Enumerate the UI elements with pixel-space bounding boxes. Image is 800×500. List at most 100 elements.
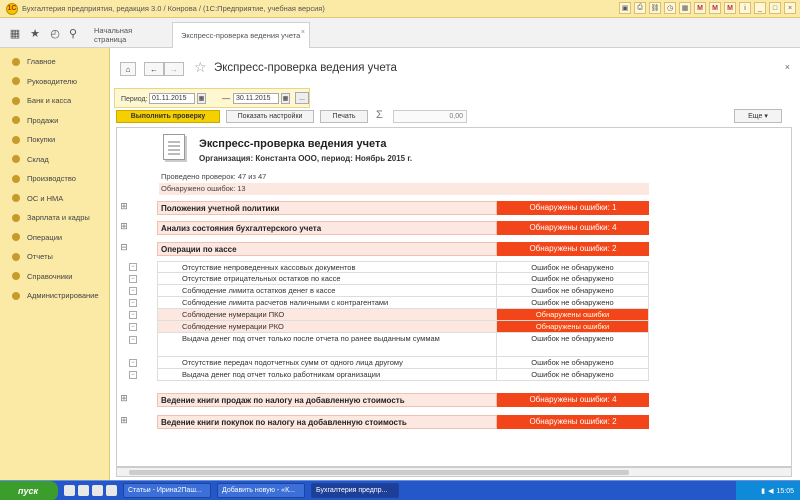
expand-plus-icon[interactable]: ⊞: [119, 393, 129, 404]
tab-express-check[interactable]: Экспресс-проверка ведения учета ×: [172, 22, 310, 48]
sidebar-item-assets[interactable]: ОС и НМА: [0, 189, 109, 209]
sidebar-item-operations[interactable]: Операции: [0, 228, 109, 248]
forward-button[interactable]: →: [164, 62, 184, 76]
check-status: Ошибок не обнаружено: [497, 273, 649, 284]
m-icon[interactable]: M: [694, 2, 706, 14]
link-icon[interactable]: ⛓: [649, 2, 661, 14]
horizontal-scrollbar[interactable]: [116, 467, 792, 477]
apps-grid-icon[interactable]: ▦: [8, 26, 22, 40]
expand-plus-icon[interactable]: ⊞: [119, 201, 129, 212]
more-button[interactable]: Еще ▾: [734, 109, 782, 123]
print-button[interactable]: Печать: [320, 110, 368, 123]
taskbar-item[interactable]: Статьи - Ирина2Паш...: [123, 483, 211, 498]
sidebar-item-label: Операции: [27, 232, 63, 242]
operations-icon: [12, 233, 20, 242]
sidebar-item-label: Производство: [27, 174, 76, 184]
chart-icon: [12, 77, 20, 86]
form-close-icon[interactable]: ×: [785, 62, 790, 72]
taskbar-item[interactable]: Добавить новую - «К...: [217, 483, 305, 498]
sidebar-item-reports[interactable]: Отчеты: [0, 247, 109, 267]
yandex-icon[interactable]: [92, 485, 103, 496]
arrow-right-icon: →: [170, 64, 178, 74]
favorites-star-icon[interactable]: ★: [28, 26, 42, 40]
scrollbar-thumb[interactable]: [129, 470, 629, 475]
sidebar-item-bank[interactable]: Банк и касса: [0, 91, 109, 111]
section-name: Операции по кассе: [157, 242, 497, 256]
checks-done-line: Проведено проверок: 47 из 47: [161, 172, 267, 181]
m-plus-icon[interactable]: M: [709, 2, 721, 14]
period-choose-button[interactable]: ...: [295, 92, 309, 104]
expand-plus-icon[interactable]: ⊞: [119, 221, 129, 232]
sidebar-item-manager[interactable]: Руководителю: [0, 72, 109, 92]
history-icon[interactable]: ◷: [664, 2, 676, 14]
sidebar-item-label: Главное: [27, 57, 56, 67]
expand-plus-icon[interactable]: ⊞: [119, 415, 129, 426]
network-icon[interactable]: ▮: [761, 487, 765, 495]
date-to-input[interactable]: [233, 93, 279, 104]
volume-icon[interactable]: ◀: [768, 487, 773, 495]
sidebar-item-warehouse[interactable]: Склад: [0, 150, 109, 170]
check-name: Соблюдение нумерации ПКО: [157, 309, 497, 320]
tab-home-label: Начальная страница: [94, 26, 133, 44]
m-minus-icon[interactable]: M: [724, 2, 736, 14]
skype-icon[interactable]: [106, 485, 117, 496]
people-icon: [12, 213, 20, 222]
collapse-minus-icon[interactable]: −: [129, 371, 137, 379]
taskbar-item-active[interactable]: Бухгалтерия предпр...: [311, 483, 399, 498]
collapse-minus-icon[interactable]: −: [129, 287, 137, 295]
sidebar-item-salary[interactable]: Зарплата и кадры: [0, 208, 109, 228]
section-row[interactable]: Операции по кассе Обнаружены ошибки: 2: [157, 242, 649, 256]
report-document[interactable]: Экспресс-проверка ведения учета Организа…: [116, 127, 792, 467]
close-icon[interactable]: ×: [784, 2, 796, 14]
history-icon[interactable]: ◴: [48, 26, 62, 40]
tab-home[interactable]: Начальная страница: [86, 22, 172, 48]
sidebar-item-sales[interactable]: Продажи: [0, 111, 109, 131]
show-settings-button[interactable]: Показать настройки: [226, 110, 314, 123]
date-from-input[interactable]: [149, 93, 195, 104]
back-button[interactable]: ←: [144, 62, 164, 76]
sidebar-item-main[interactable]: Главное: [0, 52, 109, 72]
favorite-star-icon[interactable]: ☆: [194, 59, 207, 76]
minimize-icon[interactable]: _: [754, 2, 766, 14]
sidebar: Главное Руководителю Банк и касса Продаж…: [0, 48, 110, 480]
run-check-button[interactable]: Выполнить проверку: [116, 110, 220, 123]
calendar-icon[interactable]: ▦: [197, 93, 206, 104]
period-label: Период:: [121, 96, 148, 103]
period-dash: —: [222, 94, 230, 103]
section-row[interactable]: Ведение книги покупок по налогу на добав…: [157, 415, 649, 429]
check-name: Соблюдение нумерации РКО: [157, 321, 497, 332]
collapse-minus-icon[interactable]: −: [129, 299, 137, 307]
save-icon[interactable]: ▣: [619, 2, 631, 14]
collapse-minus-icon[interactable]: −: [129, 336, 137, 344]
sidebar-item-label: Покупки: [27, 135, 56, 145]
collapse-minus-icon[interactable]: −: [129, 311, 137, 319]
sidebar-item-admin[interactable]: Администрирование: [0, 286, 109, 306]
sidebar-item-purchases[interactable]: Покупки: [0, 130, 109, 150]
tab-close-icon[interactable]: ×: [301, 29, 305, 36]
collapse-minus-icon[interactable]: −: [129, 323, 137, 331]
print-icon[interactable]: ⎙: [634, 2, 646, 14]
collapse-minus-icon[interactable]: ⊟: [119, 242, 129, 253]
maximize-icon[interactable]: □: [769, 2, 781, 14]
section-row[interactable]: Анализ состояния бухгалтерского учета Об…: [157, 221, 649, 235]
home-button[interactable]: ⌂: [120, 62, 136, 76]
arrow-left-icon: ←: [150, 64, 158, 74]
sidebar-item-catalogs[interactable]: Справочники: [0, 267, 109, 287]
section-name: Ведение книги покупок по налогу на добав…: [157, 415, 497, 429]
sidebar-item-production[interactable]: Производство: [0, 169, 109, 189]
info-icon[interactable]: i: [739, 2, 751, 14]
chrome-icon[interactable]: [78, 485, 89, 496]
check-name: Выдача денег под отчет только работникам…: [157, 369, 497, 380]
collapse-minus-icon[interactable]: −: [129, 263, 137, 271]
start-button[interactable]: пуск: [0, 480, 58, 500]
browser-icon[interactable]: [64, 485, 75, 496]
calc-icon[interactable]: ▦: [679, 2, 691, 14]
search-icon[interactable]: ⚲: [66, 26, 80, 40]
section-row[interactable]: Ведение книги продаж по налогу на добавл…: [157, 393, 649, 407]
menu-lines-icon: [12, 57, 20, 66]
check-name: Отсутствие непроведенных кассовых докуме…: [157, 262, 497, 272]
section-row[interactable]: Положения учетной политики Обнаружены ош…: [157, 201, 649, 215]
collapse-minus-icon[interactable]: −: [129, 359, 137, 367]
calendar-icon[interactable]: ▦: [281, 93, 290, 104]
collapse-minus-icon[interactable]: −: [129, 275, 137, 283]
